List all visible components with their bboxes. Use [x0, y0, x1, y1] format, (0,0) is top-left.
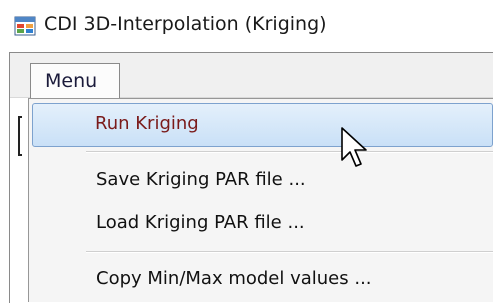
- menu-separator: [86, 251, 493, 252]
- menu-item-label: Save Kriging PAR file ...: [96, 169, 306, 190]
- app-window-icon: [14, 16, 36, 36]
- menu-item-label: Load Kriging PAR file ...: [96, 212, 305, 233]
- menu-item-run-kriging[interactable]: Run Kriging: [32, 103, 493, 147]
- window-title: CDI 3D-Interpolation (Kriging): [44, 13, 327, 35]
- menu-item-load-par[interactable]: Load Kriging PAR file ...: [32, 203, 493, 247]
- menu-item-label: Run Kriging: [95, 113, 199, 134]
- title-bar[interactable]: CDI 3D-Interpolation (Kriging): [0, 0, 493, 52]
- app-window: CDI 3D-Interpolation (Kriging) Menu Run …: [0, 0, 493, 303]
- menu-separator: [86, 151, 493, 152]
- menu-item-label: Copy Min/Max model values ...: [96, 268, 372, 289]
- arrow-pointer-icon: [341, 127, 367, 167]
- menu-item-copy-minmax[interactable]: Copy Min/Max model values ...: [32, 259, 493, 303]
- menu-item-save-par[interactable]: Save Kriging PAR file ...: [32, 160, 493, 204]
- partially-hidden-control: [18, 116, 22, 156]
- menu-tab-label[interactable]: Menu: [45, 70, 97, 92]
